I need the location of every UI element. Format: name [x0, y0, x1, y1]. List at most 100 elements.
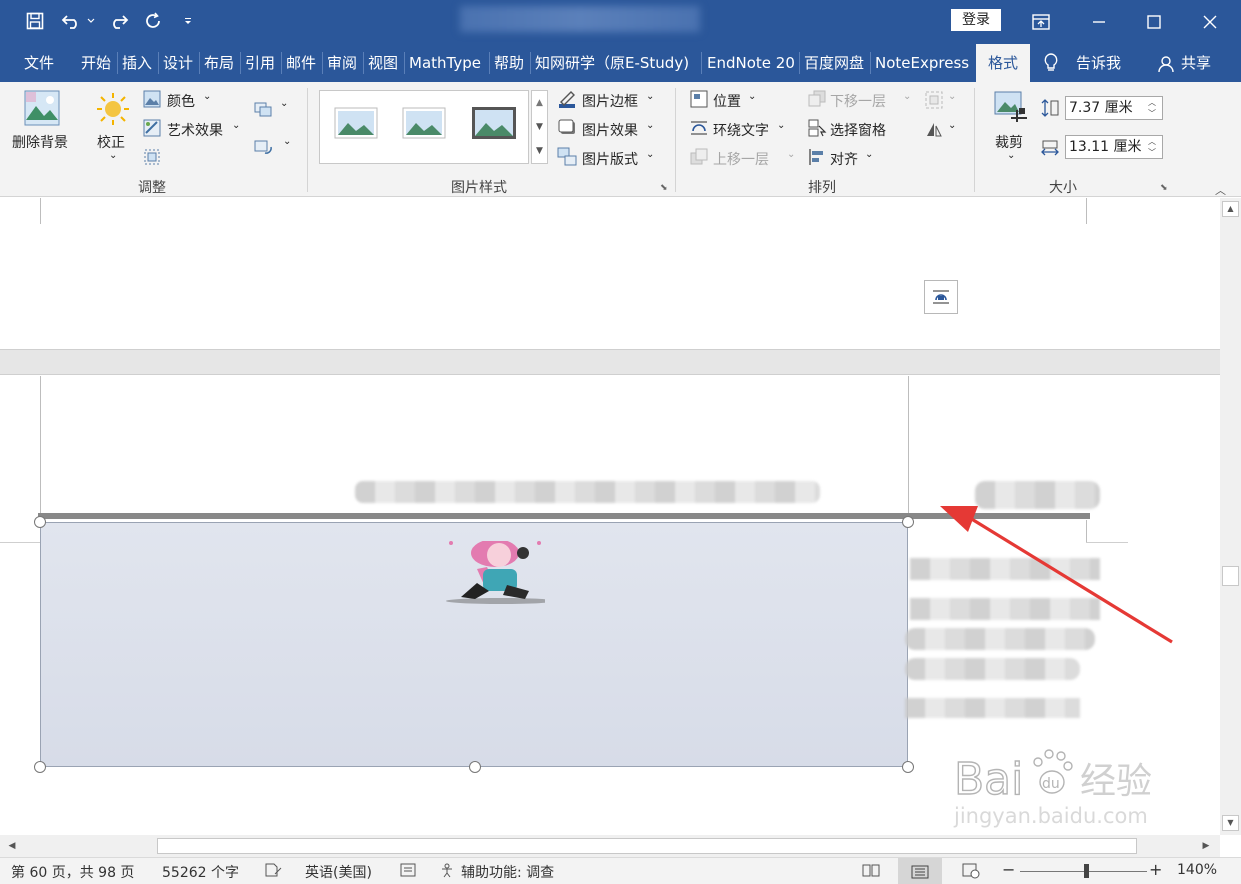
- minimize-icon[interactable]: [1084, 8, 1114, 36]
- rotate-dropdown-icon[interactable]: ⌄: [948, 120, 956, 131]
- height-spinner-icon[interactable]: ︿ ﹀: [1148, 97, 1156, 119]
- undo-dropdown-icon[interactable]: [84, 8, 98, 34]
- align-icon[interactable]: [807, 147, 827, 171]
- resize-handle-bottom-left[interactable]: [34, 761, 46, 773]
- resize-handle-bottom-center[interactable]: [469, 761, 481, 773]
- change-picture-dropdown-icon[interactable]: ⌄: [283, 136, 291, 147]
- save-icon[interactable]: [22, 8, 48, 34]
- color-button[interactable]: 颜色: [167, 91, 195, 111]
- tab-baidu-netdisk[interactable]: 百度网盘: [804, 44, 864, 82]
- horizontal-scroll-thumb[interactable]: [157, 838, 1137, 854]
- redo-icon[interactable]: [106, 8, 132, 34]
- position-dropdown-icon[interactable]: ⌄: [748, 91, 756, 102]
- scroll-right-icon[interactable]: ▶: [1198, 838, 1214, 854]
- ribbon-display-icon[interactable]: [1026, 8, 1056, 36]
- tab-help[interactable]: 帮助: [494, 44, 524, 82]
- picture-style-1[interactable]: [334, 107, 378, 143]
- accessibility-icon[interactable]: [439, 862, 457, 882]
- compress-pictures-icon[interactable]: [254, 100, 272, 122]
- artistic-dropdown-icon[interactable]: ⌄: [232, 120, 240, 131]
- tab-mathtype[interactable]: MathType: [409, 44, 481, 82]
- tab-view[interactable]: 视图: [368, 44, 398, 82]
- scroll-left-icon[interactable]: ◀: [4, 838, 20, 854]
- tab-file[interactable]: 文件: [24, 44, 54, 82]
- zoom-out-icon[interactable]: −: [1002, 860, 1015, 879]
- tab-design[interactable]: 设计: [163, 44, 193, 82]
- position-button[interactable]: 位置: [713, 91, 741, 111]
- repeat-icon[interactable]: [140, 8, 166, 34]
- scroll-down-icon[interactable]: ▼: [1222, 815, 1239, 831]
- picture-layout-icon[interactable]: [557, 147, 577, 171]
- selection-pane-button[interactable]: 选择窗格: [830, 120, 886, 140]
- artistic-effects-icon[interactable]: [143, 119, 161, 141]
- read-mode-icon[interactable]: [862, 863, 880, 881]
- compress-dropdown-icon[interactable]: ⌄: [280, 98, 288, 109]
- picture-styles-gallery[interactable]: [319, 90, 529, 164]
- remove-background-icon[interactable]: [24, 90, 60, 130]
- color-dropdown-icon[interactable]: ⌄: [203, 91, 211, 102]
- proofing-icon[interactable]: [264, 862, 282, 882]
- gallery-scroll[interactable]: ▲ ▼ ▼: [531, 90, 548, 164]
- picture-layout-dropdown-icon[interactable]: ⌄: [646, 149, 654, 160]
- vertical-scroll-thumb[interactable]: [1222, 566, 1239, 586]
- change-picture-icon[interactable]: [254, 138, 272, 160]
- tab-layout[interactable]: 布局: [204, 44, 234, 82]
- artistic-effects-button[interactable]: 艺术效果: [167, 120, 223, 140]
- picture-effects-dropdown-icon[interactable]: ⌄: [646, 120, 654, 131]
- zoom-level[interactable]: 140%: [1177, 862, 1217, 878]
- crop-button[interactable]: 裁剪: [995, 132, 1023, 152]
- picture-border-icon[interactable]: [557, 89, 577, 113]
- language-indicator[interactable]: 英语(美国): [305, 862, 372, 882]
- layout-options-icon[interactable]: [924, 280, 958, 314]
- accessibility-status[interactable]: 辅助功能: 调查: [461, 862, 554, 882]
- crop-icon[interactable]: [993, 90, 1029, 130]
- position-icon[interactable]: [689, 89, 709, 113]
- picture-style-3[interactable]: [472, 107, 516, 143]
- login-button[interactable]: 登录: [951, 9, 1001, 31]
- word-count[interactable]: 55262 个字: [162, 862, 239, 882]
- picture-layout-button[interactable]: 图片版式: [582, 149, 638, 169]
- customize-toolbar-icon[interactable]: [178, 8, 198, 34]
- crop-dropdown-icon[interactable]: ⌄: [1007, 150, 1015, 161]
- collapse-ribbon-icon[interactable]: ︿: [1215, 182, 1226, 198]
- tab-format[interactable]: 格式: [976, 44, 1030, 82]
- wrap-text-button[interactable]: 环绕文字: [713, 120, 769, 140]
- picture-styles-launcher-icon[interactable]: ⬊: [660, 183, 668, 193]
- resize-handle-bottom-right[interactable]: [902, 761, 914, 773]
- resize-handle-top-right[interactable]: [902, 516, 914, 528]
- close-icon[interactable]: [1195, 8, 1225, 36]
- remove-background-button[interactable]: 删除背景: [12, 132, 68, 152]
- vertical-scrollbar[interactable]: ▲ ▼: [1220, 198, 1241, 835]
- resize-handle-top-left[interactable]: [34, 516, 46, 528]
- tab-insert[interactable]: 插入: [122, 44, 152, 82]
- corrections-button[interactable]: 校正: [97, 132, 125, 152]
- macro-icon[interactable]: [400, 862, 416, 882]
- tab-review[interactable]: 审阅: [327, 44, 357, 82]
- picture-border-button[interactable]: 图片边框: [582, 91, 638, 111]
- zoom-slider-thumb[interactable]: [1084, 864, 1089, 878]
- horizontal-scrollbar[interactable]: ◀ ▶: [0, 835, 1220, 857]
- undo-icon[interactable]: [58, 8, 84, 34]
- tab-noteexpress[interactable]: NoteExpress: [875, 44, 969, 82]
- rotate-icon[interactable]: [924, 119, 944, 143]
- scroll-up-icon[interactable]: ▲: [1222, 201, 1239, 217]
- selected-picture[interactable]: [40, 522, 908, 767]
- page-count[interactable]: 第 60 页，共 98 页: [11, 862, 134, 882]
- color-icon[interactable]: [143, 90, 161, 112]
- wrap-text-dropdown-icon[interactable]: ⌄: [777, 120, 785, 131]
- zoom-in-icon[interactable]: +: [1149, 860, 1162, 879]
- picture-border-dropdown-icon[interactable]: ⌄: [646, 91, 654, 102]
- picture-style-2[interactable]: [402, 107, 446, 143]
- wrap-text-icon[interactable]: [689, 118, 709, 142]
- share-button[interactable]: 共享: [1181, 44, 1211, 82]
- web-layout-icon[interactable]: [962, 863, 980, 883]
- align-button[interactable]: 对齐: [830, 149, 858, 169]
- picture-effects-button[interactable]: 图片效果: [582, 120, 638, 140]
- width-spinner-icon[interactable]: ︿ ﹀: [1148, 136, 1156, 158]
- tell-me-search[interactable]: 告诉我: [1076, 44, 1121, 82]
- picture-effects-icon[interactable]: [557, 118, 577, 142]
- tab-home[interactable]: 开始: [81, 44, 111, 82]
- transparency-icon[interactable]: [143, 148, 161, 170]
- size-launcher-icon[interactable]: ⬊: [1160, 183, 1168, 193]
- corrections-dropdown-icon[interactable]: ⌄: [109, 150, 117, 161]
